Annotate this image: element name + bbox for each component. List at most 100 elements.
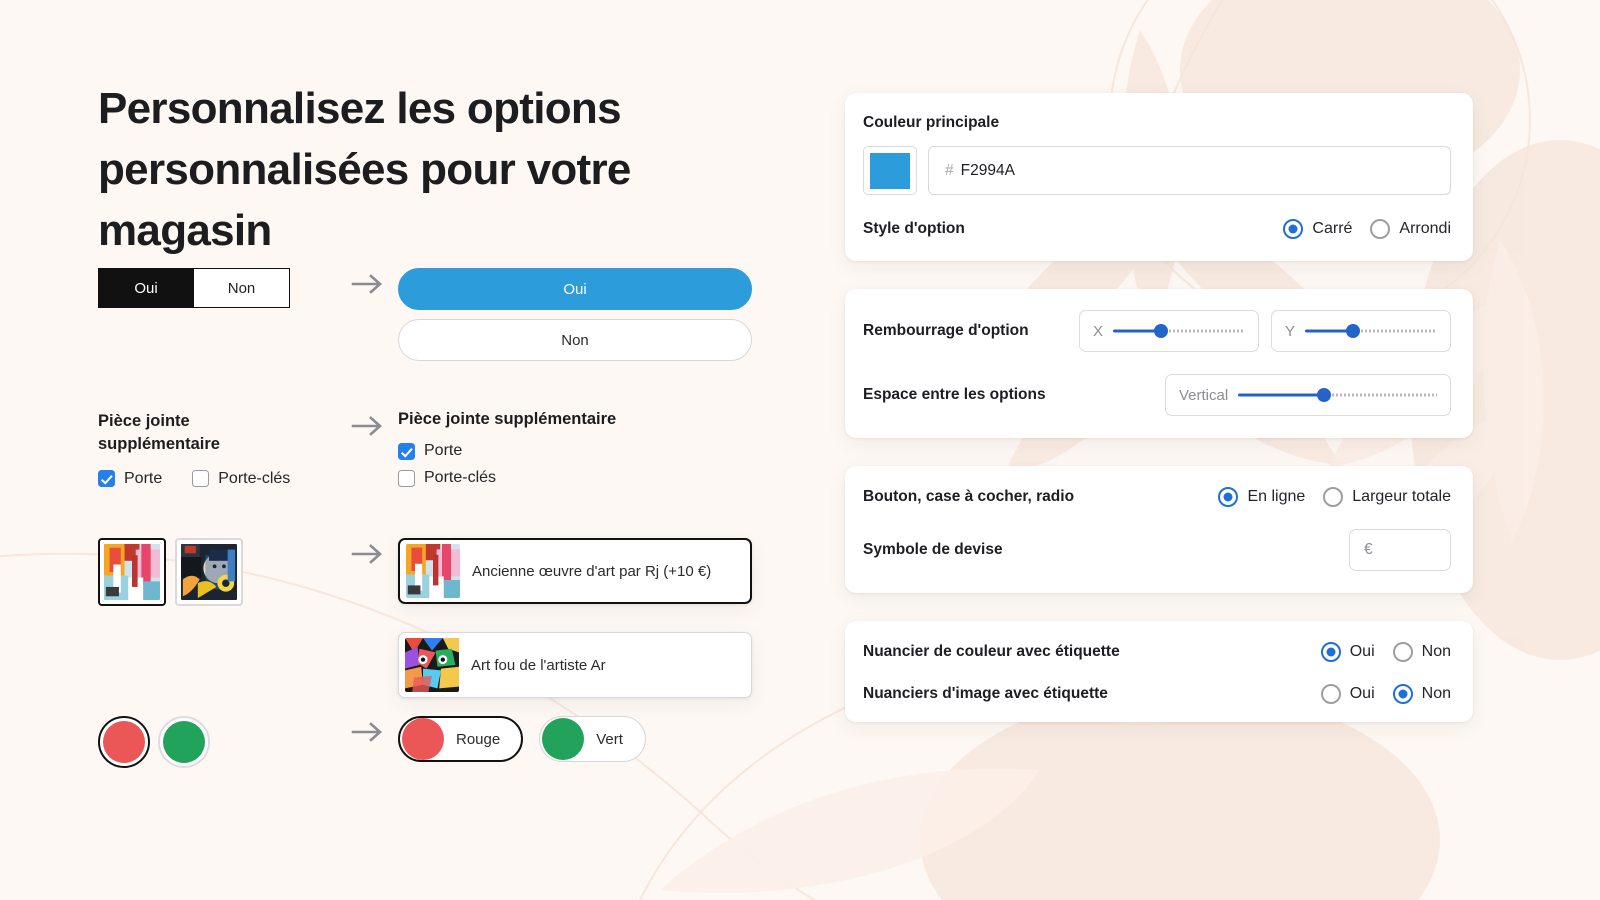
- checkbox-unchecked-icon[interactable]: [192, 470, 210, 488]
- image-swatches-after: Ancienne œuvre d'art par Rj (+10 €) Art …: [398, 538, 752, 726]
- preview-row-color-swatches: Rouge Vert: [98, 716, 646, 768]
- slider-remaining-track: [1323, 393, 1437, 397]
- hex-color-input[interactable]: # F2994A: [928, 146, 1451, 195]
- yesno-old-option-oui[interactable]: Oui: [98, 268, 194, 308]
- image-swatch-old-1[interactable]: [98, 538, 166, 606]
- option-padding-sliders: X Y: [1079, 310, 1451, 352]
- settings-card-controls: Bouton, case à cocher, radio En ligne La…: [845, 466, 1473, 593]
- yesno-old-segmented[interactable]: Oui Non: [98, 268, 338, 308]
- radio-item-color-label-non[interactable]: Non: [1392, 642, 1451, 662]
- slider-remaining-track: [1160, 329, 1245, 333]
- checkbox-label: Porte-clés: [424, 469, 497, 486]
- slider-padding-x[interactable]: X: [1079, 310, 1259, 352]
- option-style-radio-group: Carré Arrondi: [1283, 219, 1451, 239]
- slider-caption: Y: [1285, 322, 1296, 340]
- radio-selected-icon[interactable]: [1283, 219, 1304, 239]
- artwork-thumbnail-2: [181, 544, 237, 600]
- preview-row-yesno: Oui Non Oui Non: [98, 268, 752, 361]
- slider-thumb[interactable]: [1316, 388, 1331, 402]
- option-style-label: Style d'option: [863, 220, 965, 237]
- color-swatch-new-rouge[interactable]: Rouge: [398, 716, 524, 762]
- slider-option-spacing[interactable]: Vertical: [1165, 374, 1451, 416]
- radio-unselected-icon[interactable]: [1392, 642, 1413, 662]
- slider-fill: [1238, 393, 1324, 397]
- yesno-new-option-oui[interactable]: Oui: [398, 268, 752, 310]
- page-title: Personnalisez les options personnalisées…: [98, 84, 631, 256]
- image-swatch-label-radio-group: Oui Non: [1320, 684, 1451, 704]
- option-padding-label: Rembourrage d'option: [863, 322, 1029, 339]
- attachment-before: Pièce jointe supplémentaire Porte Porte-…: [98, 410, 338, 488]
- yesno-after: Oui Non: [398, 268, 752, 361]
- slider-track[interactable]: [1238, 388, 1437, 402]
- yesno-new-option-non[interactable]: Non: [398, 319, 752, 361]
- arrow-right-icon: [338, 716, 398, 744]
- color-swatch-label-radio-group: Oui Non: [1320, 642, 1451, 662]
- radio-selected-icon[interactable]: [1320, 642, 1341, 662]
- artwork-thumbnail-1: [104, 544, 160, 600]
- color-swatch-new-vert[interactable]: Vert: [539, 716, 646, 762]
- checkbox-label: Porte: [424, 442, 463, 459]
- checkbox-checked-icon[interactable]: [98, 470, 115, 488]
- radio-unselected-icon[interactable]: [1320, 684, 1341, 704]
- slider-caption: Vertical: [1179, 386, 1229, 404]
- option-spacing-label: Espace entre les options: [863, 386, 1046, 403]
- attachment-after: Pièce jointe supplémentaire Porte Porte-…: [398, 410, 616, 487]
- slider-thumb[interactable]: [1153, 324, 1168, 338]
- radio-label: Arrondi: [1399, 220, 1451, 237]
- app-root: Personnalisez les options personnalisées…: [0, 0, 1600, 900]
- main-color-label: Couleur principale: [863, 114, 1000, 131]
- radio-label: Non: [1421, 643, 1451, 660]
- color-dot-vert: [542, 718, 585, 760]
- radio-unselected-icon[interactable]: [1370, 219, 1391, 239]
- image-swatch-old-2[interactable]: [175, 538, 243, 606]
- currency-symbol-input[interactable]: €: [1349, 529, 1451, 571]
- image-swatch-new-1[interactable]: Ancienne œuvre d'art par Rj (+10 €): [398, 538, 752, 604]
- color-swatch-old-rouge[interactable]: [98, 716, 150, 768]
- checkbox-checked-icon[interactable]: [398, 442, 415, 460]
- checkbox-item-porte-cles-old[interactable]: Porte-clés: [192, 470, 290, 488]
- radio-unselected-icon[interactable]: [1323, 487, 1344, 507]
- checkbox-item-porte-old[interactable]: Porte: [98, 470, 162, 488]
- settings-panel: Couleur principale # F2994A Style d'opti…: [845, 93, 1473, 750]
- settings-card-spacing: Rembourrage d'option X Y Espace entre le…: [845, 289, 1473, 438]
- radio-item-arrondi[interactable]: Arrondi: [1370, 219, 1451, 239]
- hex-color-value: F2994A: [960, 161, 1015, 179]
- radio-label: Non: [1421, 685, 1451, 702]
- attachment-new-options: Porte Porte-clés: [398, 442, 616, 487]
- slider-track[interactable]: [1305, 324, 1437, 338]
- slider-padding-y[interactable]: Y: [1271, 310, 1451, 352]
- slider-track[interactable]: [1113, 324, 1245, 338]
- checkbox-item-porte-cles-new[interactable]: Porte-clés: [398, 469, 616, 487]
- color-swatch-label-text: Nuancier de couleur avec étiquette: [863, 643, 1120, 660]
- image-swatch-new-2[interactable]: Art fou de l'artiste Ar: [398, 632, 752, 698]
- radio-item-largeur-totale[interactable]: Largeur totale: [1323, 487, 1451, 507]
- checkbox-item-porte-new[interactable]: Porte: [398, 442, 616, 460]
- radio-selected-icon[interactable]: [1218, 487, 1239, 507]
- radio-item-en-ligne[interactable]: En ligne: [1218, 487, 1305, 507]
- option-spacing-row: Espace entre les options Vertical: [863, 374, 1451, 416]
- radio-item-color-label-oui[interactable]: Oui: [1320, 642, 1375, 662]
- preview-row-attachment: Pièce jointe supplémentaire Porte Porte-…: [98, 410, 616, 488]
- radio-item-carre[interactable]: Carré: [1283, 219, 1352, 239]
- preview-column: Personnalisez les options personnalisées…: [98, 78, 778, 768]
- checkbox-unchecked-icon[interactable]: [398, 469, 415, 487]
- slider-remaining-track: [1352, 329, 1437, 333]
- currency-symbol-label: Symbole de devise: [863, 541, 1003, 558]
- preview-row-image-swatches: Ancienne œuvre d'art par Rj (+10 €) Art …: [98, 538, 752, 726]
- color-picker-swatch-button[interactable]: [863, 146, 917, 195]
- radio-selected-icon[interactable]: [1392, 684, 1413, 704]
- artwork-thumbnail-3: [405, 638, 459, 692]
- color-swatch-label-row: Nuancier de couleur avec étiquette Oui N…: [863, 642, 1451, 662]
- radio-item-image-label-oui[interactable]: Oui: [1320, 684, 1375, 704]
- color-dot-rouge: [103, 721, 145, 763]
- attachment-old-options: Porte Porte-clés: [98, 470, 338, 488]
- color-swatch-old-vert[interactable]: [158, 716, 210, 768]
- color-dot-vert: [163, 721, 205, 763]
- slider-thumb[interactable]: [1345, 324, 1360, 338]
- settings-card-appearance: Couleur principale # F2994A Style d'opti…: [845, 93, 1473, 261]
- radio-label: Largeur totale: [1352, 488, 1451, 505]
- hash-symbol: #: [945, 161, 954, 179]
- color-preview-icon: [870, 152, 910, 189]
- radio-item-image-label-non[interactable]: Non: [1392, 684, 1451, 704]
- yesno-old-option-non[interactable]: Non: [194, 268, 290, 308]
